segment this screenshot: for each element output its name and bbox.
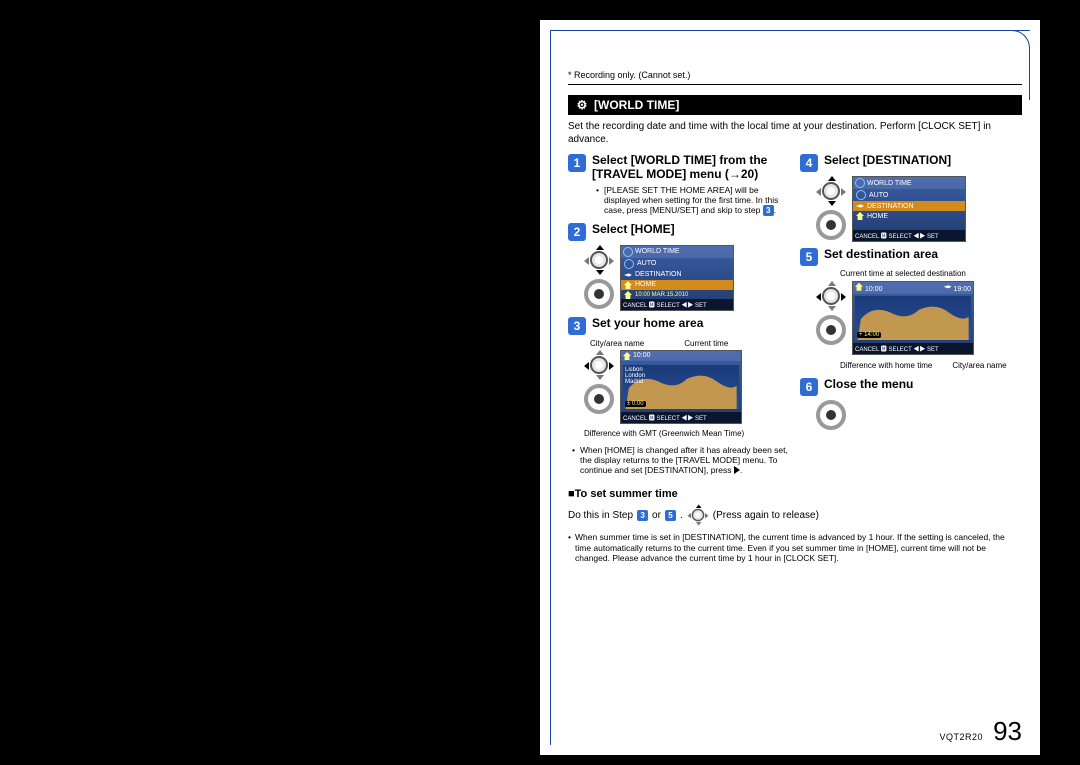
world-map-icon: Lisbon London Madrid ± 0:00 — [623, 365, 739, 409]
label-diff-home: Difference with home time — [840, 361, 932, 370]
plane-icon — [624, 271, 632, 279]
dpad-up-down-icon — [816, 176, 846, 206]
menu-set-button-icon — [816, 210, 846, 240]
dpad-left-right-icon — [584, 350, 614, 380]
label-city-area: City/area name — [952, 361, 1006, 370]
lcd-destination-map: 10:00 19:00 + 14:00 CANCEL 🅼 SELECT ◀▶ S… — [852, 281, 974, 355]
bullet-icon: • — [572, 445, 576, 476]
menu-set-button-icon — [816, 400, 846, 430]
home-icon — [623, 352, 631, 360]
gmt-offset-tag: ± 0:00 — [625, 401, 646, 407]
step-number-icon: 3 — [568, 317, 586, 335]
globe-icon — [856, 190, 866, 200]
summer-time-instruction: Do this in Step 3 or 5. (Press again to … — [568, 504, 1022, 526]
step-number-icon: 1 — [568, 154, 586, 172]
inline-step-ref-icon: 5 — [665, 510, 676, 521]
globe-icon — [624, 259, 634, 269]
footnote-recording-only: * Recording only. (Cannot set.) — [568, 70, 1022, 80]
frame-top — [550, 30, 1030, 31]
step-1: 1 Select [WORLD TIME] from the [TRAVEL M… — [568, 154, 790, 219]
right-column: 4 Select [DESTINATION] WORLD TIME AUTO D… — [800, 154, 1022, 478]
plane-icon — [944, 283, 952, 291]
bullet-icon: • — [568, 532, 571, 563]
lcd-world-time-home: WORLD TIME AUTO DESTINATION HOME 10:00 M… — [620, 245, 734, 311]
inline-step-ref-icon: 3 — [637, 510, 648, 521]
left-column: 1 Select [WORLD TIME] from the [TRAVEL M… — [568, 154, 790, 478]
step5-bottom-labels: Difference with home time City/area name — [840, 361, 1022, 370]
step-title: Set destination area — [824, 248, 1022, 262]
bullet-icon: • — [596, 185, 600, 216]
step3-top-labels: City/area name Current time — [590, 339, 790, 348]
step-5: 5 Set destination area — [800, 248, 1022, 266]
doc-code: VQT2R20 — [940, 732, 984, 742]
page-number: 93 — [993, 716, 1022, 747]
content-area: * Recording only. (Cannot set.) ⚙ [WORLD… — [568, 70, 1022, 563]
step-number-icon: 5 — [800, 248, 818, 266]
step-2: 2 Select [HOME] — [568, 223, 790, 241]
home-icon — [624, 281, 632, 289]
play-right-icon — [734, 466, 740, 474]
summer-time-heading: ■To set summer time — [568, 488, 1022, 500]
plane-icon — [856, 202, 864, 210]
home-icon — [624, 291, 632, 299]
section-intro: Set the recording date and time with the… — [568, 121, 1022, 146]
summer-time-note: • When summer time is set in [DESTINATIO… — [568, 532, 1022, 563]
city-list: Lisbon London Madrid — [625, 367, 645, 385]
menu-set-button-icon — [584, 384, 614, 414]
step-number-icon: 4 — [800, 154, 818, 172]
gear-icon: ⚙ — [576, 99, 588, 111]
dpad-left-right-icon — [816, 281, 846, 311]
section-title: [WORLD TIME] — [594, 98, 679, 112]
frame-corner — [1007, 30, 1030, 53]
step-title: Select [HOME] — [592, 223, 790, 237]
step-number-icon: 2 — [568, 223, 586, 241]
home-icon — [855, 283, 863, 291]
label-city-area: City/area name — [590, 339, 644, 348]
inline-step-ref-icon: 3 — [763, 205, 774, 216]
section-header-bar: ⚙ [WORLD TIME] — [568, 95, 1022, 115]
step-title: Select [DESTINATION] — [824, 154, 1022, 168]
step-3: 3 Set your home area — [568, 317, 790, 335]
menu-set-button-icon — [584, 279, 614, 309]
step1-note: [PLEASE SET THE HOME AREA] will be displ… — [604, 185, 790, 216]
rule — [568, 84, 1022, 85]
step-title: Close the menu — [824, 378, 1022, 392]
lcd-home-area-map: 10:00 Lisbon London Madrid ± 0:00 CANCEL… — [620, 350, 742, 424]
manual-page: * Recording only. (Cannot set.) ⚙ [WORLD… — [540, 20, 1040, 755]
dpad-up-icon — [687, 505, 708, 526]
step3-note: When [HOME] is changed after it has alre… — [580, 445, 790, 476]
label-current-time: Current time — [684, 339, 728, 348]
lcd-world-time-destination: WORLD TIME AUTO DESTINATION HOME CANCEL … — [852, 176, 966, 242]
globe-icon — [855, 178, 865, 188]
caption-gmt: Difference with GMT (Greenwich Mean Time… — [584, 430, 790, 439]
page-footer: VQT2R20 93 — [940, 716, 1022, 747]
step-number-icon: 6 — [800, 378, 818, 396]
home-icon — [856, 212, 864, 220]
world-map-icon: + 14:00 — [855, 296, 971, 340]
step-title: Select [WORLD TIME] from the [TRAVEL MOD… — [592, 154, 790, 182]
menu-set-button-icon — [816, 315, 846, 345]
frame-right — [1029, 50, 1030, 100]
globe-icon — [623, 247, 633, 257]
caption-current-dest-time: Current time at selected destination — [840, 270, 1022, 279]
step-4: 4 Select [DESTINATION] — [800, 154, 1022, 172]
frame-left — [550, 30, 551, 745]
dpad-up-down-icon — [584, 245, 614, 275]
step-6: 6 Close the menu — [800, 378, 1022, 396]
step-title: Set your home area — [592, 317, 790, 331]
offset-tag: + 14:00 — [857, 332, 881, 338]
